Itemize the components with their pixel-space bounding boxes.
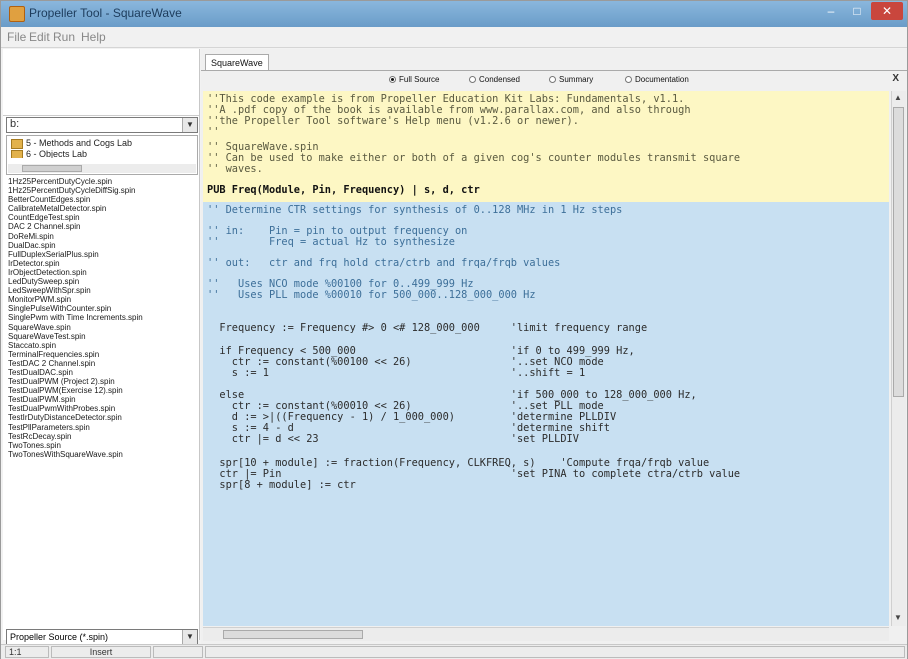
app-window: Propeller Tool - SquareWave – □ ✕ File E… [0,0,908,659]
folder-horizontal-scrollbar[interactable] [8,164,196,173]
scrollbar-thumb[interactable] [22,165,82,172]
file-list-item[interactable]: 1Hz25PercentDutyCycleDiffSig.spin [6,186,198,195]
tab-squarewave[interactable]: SquareWave [205,54,269,71]
file-list-item[interactable]: DAC 2 Channel.spin [6,222,198,231]
file-list-item[interactable]: TestRcDecay.spin [6,432,198,441]
minimize-button[interactable]: – [819,2,843,20]
code-editor[interactable]: ''This code example is from Propeller Ed… [203,91,889,626]
file-list-item[interactable]: MonitorPWM.spin [6,295,198,304]
menu-file[interactable]: File [7,30,26,44]
folder-icon [11,149,23,158]
folder-item[interactable]: 5 - Methods and Cogs Lab [11,138,132,149]
file-list-item[interactable]: TestDualPwmWithProbes.spin [6,404,198,413]
file-list-item[interactable]: TestDualPWM.spin [6,395,198,404]
integrated-explorer: b: ▼ 5 - Methods and Cogs Lab 6 - Object… [3,49,200,645]
file-list-item[interactable]: SquareWave.spin [6,323,198,332]
propeller-app-icon [9,6,25,22]
close-tab-button[interactable]: X [892,73,899,84]
object-view [3,49,199,116]
file-list-item[interactable]: SinglePwm with Time Increments.spin [6,313,198,322]
scrollbar-thumb[interactable] [893,107,904,397]
scroll-down-icon[interactable]: ▼ [894,613,902,622]
file-list-item[interactable]: Staccato.spin [6,341,198,350]
file-list-item[interactable]: TestDAC 2 Channel.spin [6,359,198,368]
file-list-item[interactable]: TestDualDAC.spin [6,368,198,377]
file-list-item[interactable]: IrDetector.spin [6,259,198,268]
menu-bar: File Edit Run Help [1,27,907,48]
editor-panel: SquareWave Full Source Condensed Summary… [201,49,907,644]
code-line: '' [207,126,220,138]
file-list-item[interactable]: TestIrDutyDistanceDetector.spin [6,413,198,422]
code-line: '' Uses PLL mode %00010 for 500_000..128… [207,289,536,301]
filter-value: Propeller Source (*.spin) [10,632,109,642]
file-list-item[interactable]: TestPllParameters.spin [6,423,198,432]
file-list-item[interactable]: TerminalFrequencies.spin [6,350,198,359]
file-list-item[interactable]: SquareWaveTest.spin [6,332,198,341]
maximize-button[interactable]: □ [845,2,869,20]
view-full-source-radio[interactable]: Full Source [389,75,439,84]
file-filter-select[interactable]: Propeller Source (*.spin) ▼ [6,629,198,645]
view-summary-radio[interactable]: Summary [549,75,593,84]
insert-mode: Insert [51,646,151,658]
code-line: '' out: ctr and frq hold ctra/ctrb and f… [207,257,561,269]
folder-icon [11,138,23,149]
file-list-item[interactable]: LedDutySweep.spin [6,277,198,286]
code-line: ''the Propeller Tool software's Help men… [207,115,579,127]
code-line: s := 1 '..shift = 1 [207,367,586,379]
code-line: spr[8 + module] := ctr [207,479,356,491]
radio-icon [625,76,632,84]
tab-divider [201,70,907,71]
code-line: PUB Freq(Module, Pin, Frequency) | s, d,… [207,184,480,196]
code-line: '' Determine CTR settings for synthesis … [207,204,623,216]
file-list-item[interactable]: BetterCountEdges.spin [6,195,198,204]
drive-value: b: [10,118,20,130]
radio-icon [469,76,476,84]
file-list-item[interactable]: FullDuplexSerialPlus.spin [6,250,198,259]
chevron-down-icon[interactable]: ▼ [182,118,197,132]
file-list-item[interactable]: 1Hz25PercentDutyCycle.spin [6,177,198,186]
file-list-item[interactable]: LedSweepWithSpr.spin [6,286,198,295]
menu-edit[interactable]: Edit [29,30,50,44]
status-cell-empty [153,646,203,658]
cursor-position: 1:1 [5,646,49,658]
file-list-item[interactable]: DualDac.spin [6,241,198,250]
file-list-item[interactable]: CountEdgeTest.spin [6,213,198,222]
editor-vertical-scrollbar[interactable]: ▲ ▼ [891,91,906,626]
code-line: '' waves. [207,163,263,175]
menu-run[interactable]: Run [53,30,75,44]
file-list-item[interactable]: CalibrateMetalDetector.spin [6,204,198,213]
code-line: Frequency := Frequency #> 0 <# 128_000_0… [207,322,648,334]
code-line: '' Can be used to make either or both of… [207,152,741,164]
file-list-item[interactable]: TwoTonesWithSquareWave.spin [6,450,198,459]
drive-select[interactable]: b: ▼ [6,117,198,133]
file-list-item[interactable]: DoReMi.spin [6,232,198,241]
close-window-button[interactable]: ✕ [871,2,903,20]
file-list-item[interactable]: TwoTones.spin [6,441,198,450]
view-documentation-radio[interactable]: Documentation [625,75,689,84]
file-list-item[interactable]: TestDualPWM(Exercise 12).spin [6,386,198,395]
status-bar: 1:1 Insert [1,644,907,659]
radio-icon [549,76,556,84]
code-line: ctr |= d << 23 'set PLLDIV [207,433,579,445]
view-mode-options: Full Source Condensed Summary Documentat… [201,73,907,87]
folder-tree: 5 - Methods and Cogs Lab 6 - Objects Lab [6,135,198,175]
chevron-down-icon[interactable]: ▼ [182,630,197,644]
folder-label: 5 - Methods and Cogs Lab [26,138,133,148]
file-list-item[interactable]: TestDualPWM (Project 2).spin [6,377,198,386]
window-title: Propeller Tool - SquareWave [29,6,182,20]
editor-horizontal-scrollbar[interactable] [203,627,889,641]
file-list: 1Hz25PercentDutyCycle.spin 1Hz25PercentDu… [6,177,198,617]
title-bar: Propeller Tool - SquareWave – □ ✕ [1,1,907,27]
view-condensed-radio[interactable]: Condensed [469,75,520,84]
folder-label: 6 - Objects Lab [26,149,88,158]
scroll-up-icon[interactable]: ▲ [894,93,902,102]
code-line: '' Freq = actual Hz to synthesize [207,236,455,248]
file-list-item[interactable]: SinglePulseWithCounter.spin [6,304,198,313]
file-list-item[interactable]: IrObjectDetection.spin [6,268,198,277]
scrollbar-thumb[interactable] [223,630,363,639]
radio-icon [389,76,396,84]
folder-item[interactable]: 6 - Objects Lab [11,149,87,158]
status-message [205,646,905,658]
menu-help[interactable]: Help [81,30,106,44]
